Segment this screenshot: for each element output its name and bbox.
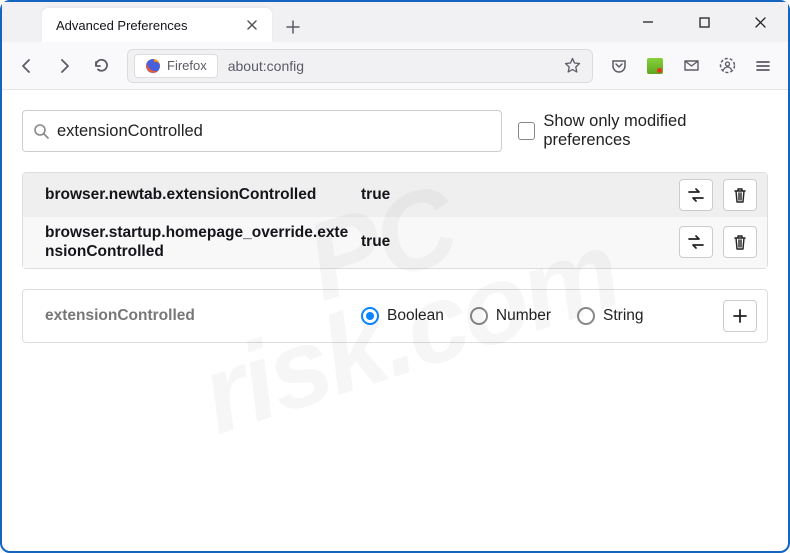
preference-name: browser.startup.homepage_override.extens…: [45, 223, 355, 262]
tab-title: Advanced Preferences: [56, 18, 234, 33]
radio-boolean[interactable]: Boolean: [361, 307, 444, 325]
bookmark-star-icon[interactable]: [558, 52, 586, 80]
radio-icon: [577, 307, 595, 325]
new-tab-button[interactable]: [278, 12, 308, 42]
show-modified-label: Show only modified preferences: [543, 112, 768, 150]
reload-button[interactable]: [84, 49, 118, 83]
type-radio-group: Boolean Number String: [361, 307, 713, 325]
preference-row: browser.newtab.extensionControlled true: [23, 173, 767, 217]
page-content: Show only modified preferences browser.n…: [2, 90, 788, 343]
firefox-logo-icon: [145, 58, 161, 74]
show-modified-checkbox-row[interactable]: Show only modified preferences: [518, 112, 768, 150]
radio-string[interactable]: String: [577, 307, 644, 325]
mail-icon[interactable]: [674, 49, 708, 83]
radio-label: Boolean: [387, 307, 444, 325]
add-preference-row: extensionControlled Boolean Number Strin…: [22, 289, 768, 343]
identity-box[interactable]: Firefox: [134, 54, 218, 78]
preference-list: browser.newtab.extensionControlled true …: [22, 172, 768, 269]
toggle-button[interactable]: [679, 226, 713, 258]
radio-number[interactable]: Number: [470, 307, 551, 325]
radio-icon: [470, 307, 488, 325]
new-preference-name: extensionControlled: [45, 307, 355, 325]
preference-name: browser.newtab.extensionControlled: [45, 185, 355, 204]
titlebar: Advanced Preferences: [2, 2, 788, 42]
search-row: Show only modified preferences: [22, 110, 768, 152]
url-bar[interactable]: Firefox about:config: [127, 49, 593, 83]
delete-button[interactable]: [723, 179, 757, 211]
browser-tab[interactable]: Advanced Preferences: [42, 8, 272, 42]
radio-label: String: [603, 307, 644, 325]
window-controls: [628, 2, 780, 42]
minimize-button[interactable]: [628, 6, 668, 38]
address-text[interactable]: about:config: [222, 58, 554, 74]
preference-row: browser.startup.homepage_override.extens…: [23, 217, 767, 268]
add-button[interactable]: [723, 300, 757, 332]
navigation-toolbar: Firefox about:config: [2, 42, 788, 90]
close-tab-icon[interactable]: [242, 15, 262, 35]
toggle-button[interactable]: [679, 179, 713, 211]
pocket-icon[interactable]: [602, 49, 636, 83]
toolbar-right-icons: [602, 49, 780, 83]
app-menu-button[interactable]: [746, 49, 780, 83]
search-input[interactable]: [57, 122, 491, 141]
radio-icon: [361, 307, 379, 325]
preference-value: true: [361, 186, 669, 204]
search-icon: [33, 123, 49, 139]
show-modified-checkbox[interactable]: [518, 122, 535, 140]
extension-icon[interactable]: [638, 49, 672, 83]
delete-button[interactable]: [723, 226, 757, 258]
account-icon[interactable]: [710, 49, 744, 83]
identity-label: Firefox: [167, 58, 207, 73]
back-button[interactable]: [10, 49, 44, 83]
preference-search-box[interactable]: [22, 110, 502, 152]
radio-label: Number: [496, 307, 551, 325]
close-window-button[interactable]: [740, 6, 780, 38]
maximize-button[interactable]: [684, 6, 724, 38]
forward-button[interactable]: [47, 49, 81, 83]
preference-value: true: [361, 233, 669, 251]
